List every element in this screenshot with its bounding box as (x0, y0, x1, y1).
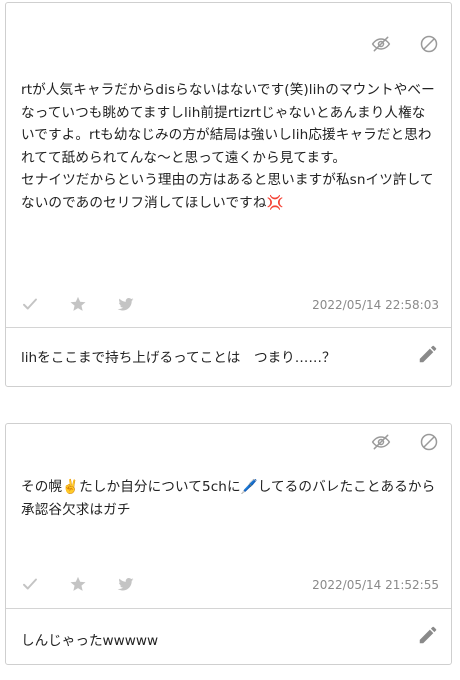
question-text: その幌✌️たしか自分について5chに🖊️してるのバレたことあるから承認谷欠求はガ… (21, 479, 436, 518)
post-actions (21, 294, 135, 314)
question-card: その幌✌️たしか自分について5chに🖊️してるのバレたことあるから承認谷欠求はガ… (5, 423, 452, 665)
star-icon[interactable] (69, 295, 87, 313)
pencil-icon (417, 624, 439, 646)
divider (6, 608, 451, 609)
post-timestamp: 2022/05/14 22:58:03 (312, 298, 439, 312)
star-icon[interactable] (69, 575, 87, 593)
answer-text: lihをここまで持ち上げるってことは つまり……？ (21, 350, 336, 366)
post-timestamp: 2022/05/14 21:52:55 (312, 578, 439, 592)
twitter-icon[interactable] (117, 575, 135, 593)
question-text: rtが人気キャラだからdisらないはないです(笑)lihのマウントやべーなってい… (21, 82, 435, 211)
check-icon[interactable] (21, 295, 39, 313)
edit-button[interactable] (417, 343, 439, 365)
block-icon[interactable] (419, 34, 439, 54)
eye-slash-icon[interactable] (371, 34, 391, 54)
check-icon[interactable] (21, 575, 39, 593)
post-actions (21, 574, 135, 594)
card-toolbar (371, 33, 439, 55)
question-card: rtが人気キャラだからdisらないはないです(笑)lihのマウントやべーなってい… (5, 2, 452, 387)
eye-slash-icon[interactable] (371, 432, 391, 452)
divider (6, 327, 451, 328)
edit-button[interactable] (417, 624, 439, 646)
answer-text: しんじゃったwwwww (21, 633, 159, 649)
card-toolbar (371, 431, 439, 453)
twitter-icon[interactable] (117, 295, 135, 313)
question-body: その幌✌️たしか自分について5chに🖊️してるのバレたことあるから承認谷欠求はガ… (21, 476, 436, 521)
pencil-icon (417, 343, 439, 365)
question-body: rtが人気キャラだからdisらないはないです(笑)lihのマウントやべーなってい… (21, 79, 436, 214)
block-icon[interactable] (419, 432, 439, 452)
